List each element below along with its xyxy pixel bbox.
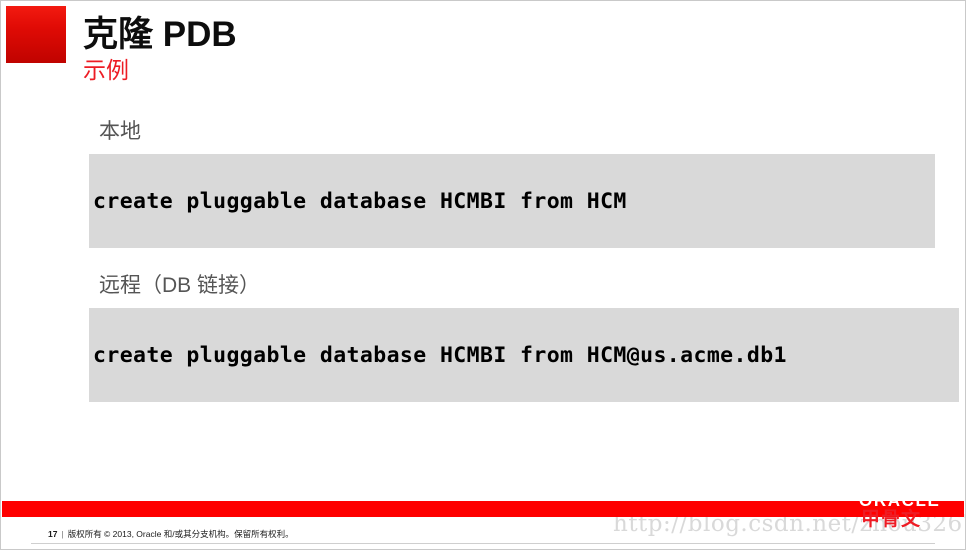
oracle-logo: ORACLE® 甲骨文 [859,490,959,546]
trademark-symbol: ® [940,495,945,502]
title-area: 克隆 PDB 示例 [83,15,783,84]
footer-divider [31,543,935,544]
footer-red-bar [2,501,964,517]
oracle-chinese-name: 甲骨文 [861,509,922,530]
code-block-local: create pluggable database HCMBI from HCM [89,154,935,249]
oracle-wordmark: ORACLE® [859,492,945,509]
code-text-local: create pluggable database HCMBI from HCM [93,188,627,214]
title-accent-block [6,6,66,63]
page-subtitle: 示例 [83,57,129,84]
section-local: 本地 create pluggable database HCMBI from … [89,119,961,249]
section-remote: 远程（DB 链接） create pluggable database HCMB… [89,273,961,403]
copyright-text: 版权所有 © 2013, Oracle 和/或其分支机构。保留所有权利。 [67,529,294,539]
footer-separator: | [61,529,64,539]
page-number: 17 [48,529,58,539]
section-label-local: 本地 [99,120,141,143]
code-block-remote: create pluggable database HCMBI from HCM… [89,308,959,403]
page-title: 克隆 PDB [83,15,237,54]
slide: 克隆 PDB 示例 本地 create pluggable database H… [0,0,966,550]
footer-copyright: 17 | 版权所有 © 2013, Oracle 和/或其分支机构。保留所有权利。 [48,528,294,540]
code-text-remote: create pluggable database HCMBI from HCM… [93,342,787,368]
oracle-wordmark-text: ORACLE [859,491,941,510]
section-label-remote: 远程（DB 链接） [99,274,261,297]
